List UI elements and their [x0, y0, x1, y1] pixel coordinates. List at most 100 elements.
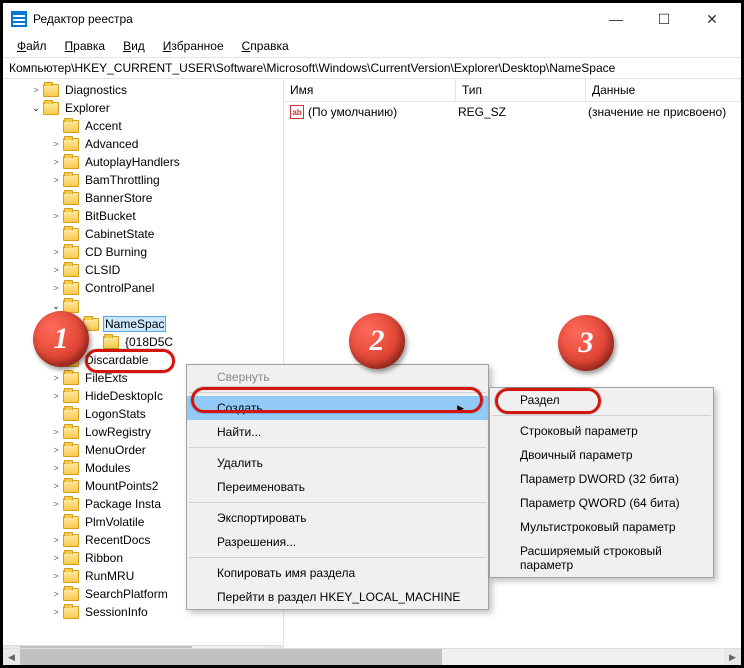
folder-icon — [63, 480, 79, 493]
folder-icon — [63, 534, 79, 547]
menu-view[interactable]: Вид — [115, 37, 153, 55]
scroll-right-icon[interactable]: ▶ — [724, 649, 741, 662]
chevron-right-icon[interactable]: > — [49, 265, 63, 275]
tree-label: {018D5C — [123, 334, 175, 350]
menu-help[interactable]: Справка — [234, 37, 297, 55]
tree-label: ControlPanel — [83, 280, 156, 296]
menu-file[interactable]: Файл — [9, 37, 55, 55]
chevron-right-icon[interactable]: > — [49, 427, 63, 437]
tree-item[interactable]: CabinetState — [3, 225, 283, 243]
chevron-right-icon[interactable]: > — [49, 571, 63, 581]
chevron-right-icon[interactable]: > — [49, 391, 63, 401]
ctx-new-string[interactable]: Строковый параметр — [490, 419, 713, 443]
folder-icon — [63, 282, 79, 295]
folder-icon — [63, 264, 79, 277]
close-button[interactable]: ✕ — [697, 11, 727, 28]
chevron-right-icon[interactable]: > — [49, 211, 63, 221]
ctx-export[interactable]: Экспортировать — [187, 506, 488, 530]
chevron-right-icon[interactable]: > — [49, 607, 63, 617]
tree-item[interactable]: BannerStore — [3, 189, 283, 207]
ctx-new-dword[interactable]: Параметр DWORD (32 бита) — [490, 467, 713, 491]
chevron-right-icon[interactable]: > — [49, 535, 63, 545]
col-type[interactable]: Тип — [456, 79, 586, 101]
chevron-right-icon[interactable]: > — [49, 553, 63, 563]
ctx-permissions[interactable]: Разрешения... — [187, 530, 488, 554]
menu-edit[interactable]: Правка — [57, 37, 114, 55]
annotation-ring-3 — [495, 388, 601, 414]
tree-label: Ribbon — [83, 550, 125, 566]
chevron-right-icon[interactable]: > — [49, 589, 63, 599]
ctx-copy-key-name[interactable]: Копировать имя раздела — [187, 561, 488, 585]
folder-icon — [63, 228, 79, 241]
menu-favorites[interactable]: Избранное — [155, 37, 232, 55]
tree-item[interactable]: Accent — [3, 117, 283, 135]
annotation-badge-3: 3 — [558, 315, 614, 371]
chevron-right-icon[interactable]: > — [49, 175, 63, 185]
folder-icon — [63, 390, 79, 403]
tree-item[interactable]: >AutoplayHandlers — [3, 153, 283, 171]
maximize-button[interactable]: ☐ — [649, 11, 679, 28]
chevron-right-icon[interactable]: > — [49, 283, 63, 293]
ctx-new-expandstring[interactable]: Расширяемый строковый параметр — [490, 539, 713, 577]
chevron-right-icon[interactable]: > — [49, 463, 63, 473]
regedit-icon — [11, 11, 27, 27]
values-scrollbar-h[interactable]: ◀ ▶ — [284, 648, 741, 662]
folder-icon — [63, 174, 79, 187]
chevron-down-icon[interactable]: ⌄ — [49, 301, 63, 312]
ctx-new-binary[interactable]: Двоичный параметр — [490, 443, 713, 467]
chevron-right-icon[interactable]: > — [49, 445, 63, 455]
value-data: (значение не присвоено) — [588, 105, 726, 119]
ctx-rename[interactable]: Переименовать — [187, 475, 488, 499]
chevron-right-icon[interactable]: > — [49, 373, 63, 383]
ctx-collapse[interactable]: Свернуть — [187, 365, 488, 389]
minimize-button[interactable]: — — [601, 11, 631, 28]
tree-label: CabinetState — [83, 226, 156, 242]
tree-item[interactable]: >BitBucket — [3, 207, 283, 225]
chevron-right-icon[interactable]: > — [49, 499, 63, 509]
tree-label: CLSID — [83, 262, 122, 278]
tree-item[interactable]: >CD Burning — [3, 243, 283, 261]
chevron-right-icon[interactable]: > — [49, 247, 63, 257]
tree-item[interactable]: ⌄ — [3, 297, 283, 315]
folder-icon — [63, 372, 79, 385]
col-name[interactable]: Имя — [284, 79, 456, 101]
annotation-badge-2: 2 — [349, 313, 405, 369]
tree-item[interactable]: > CLSID — [3, 261, 283, 279]
chevron-right-icon[interactable]: > — [49, 481, 63, 491]
ctx-find[interactable]: Найти... — [187, 420, 488, 444]
chevron-down-icon[interactable]: ⌄ — [29, 103, 43, 114]
tree-label: Modules — [83, 460, 132, 476]
folder-icon — [63, 606, 79, 619]
tree-item[interactable]: > Diagnostics — [3, 81, 283, 99]
tree-item[interactable]: ⌄ Explorer — [3, 99, 283, 117]
tree-label: PlmVolatile — [83, 514, 146, 530]
tree-item[interactable]: > Advanced — [3, 135, 283, 153]
tree-label: BamThrottling — [83, 172, 162, 188]
folder-icon — [63, 516, 79, 529]
chevron-right-icon[interactable]: > — [49, 157, 63, 167]
folder-icon — [63, 570, 79, 583]
tree-item[interactable]: > ControlPanel — [3, 279, 283, 297]
tree-label: Advanced — [83, 136, 140, 152]
tree-item[interactable]: > BamThrottling — [3, 171, 283, 189]
address-bar[interactable]: Компьютер\HKEY_CURRENT_USER\Software\Mic… — [3, 57, 741, 79]
folder-icon — [103, 336, 119, 349]
value-row[interactable]: ab (По умолчанию) REG_SZ (значение не пр… — [284, 102, 741, 122]
tree-label: MountPoints2 — [83, 478, 160, 494]
tree-label: Accent — [83, 118, 124, 134]
folder-icon — [63, 552, 79, 565]
ctx-goto-hklm[interactable]: Перейти в раздел HKEY_LOCAL_MACHINE — [187, 585, 488, 609]
col-data[interactable]: Данные — [586, 79, 741, 101]
tree-label: Explorer — [63, 100, 112, 116]
folder-icon — [63, 156, 79, 169]
ctx-delete[interactable]: Удалить — [187, 451, 488, 475]
tree-label: Diagnostics — [63, 82, 129, 98]
chevron-right-icon[interactable]: > — [29, 85, 43, 95]
folder-icon — [63, 426, 79, 439]
chevron-right-icon[interactable]: > — [49, 139, 63, 149]
folder-icon — [63, 444, 79, 457]
tree-label: MenuOrder — [83, 442, 148, 458]
titlebar: Редактор реестра — ☐ ✕ — [3, 3, 741, 35]
ctx-new-qword[interactable]: Параметр QWORD (64 бита) — [490, 491, 713, 515]
ctx-new-multistring[interactable]: Мультистроковый параметр — [490, 515, 713, 539]
